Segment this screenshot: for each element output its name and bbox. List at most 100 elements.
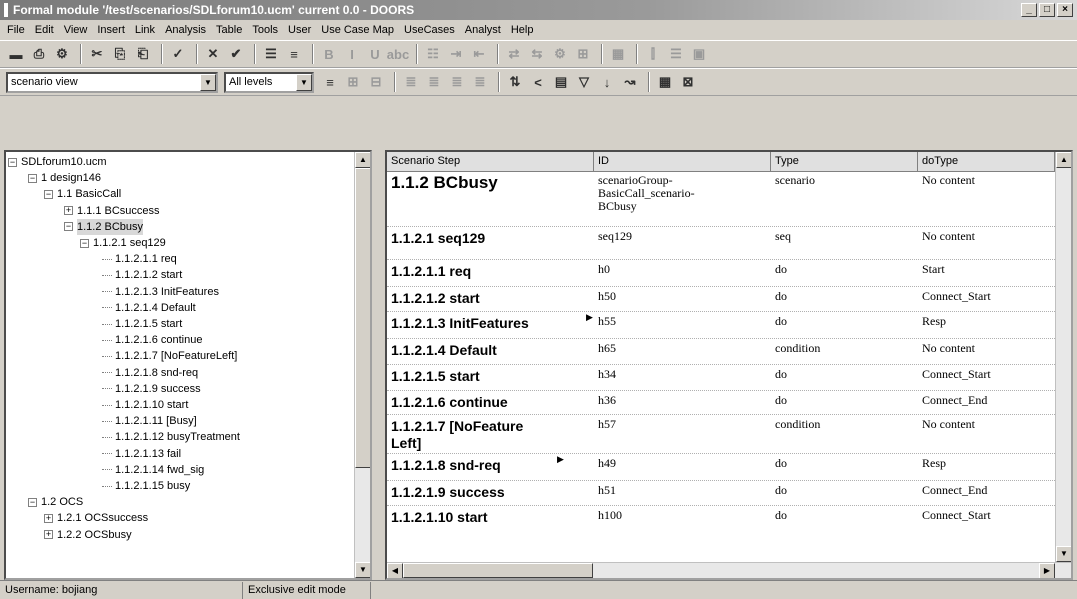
menu-tools[interactable]: Tools bbox=[247, 24, 283, 36]
tree-item[interactable]: 1.1.2.1.8 snd-req bbox=[102, 365, 198, 381]
tree-item[interactable]: 1.1.2.1.11 [Busy] bbox=[102, 413, 197, 429]
scroll-left-icon[interactable]: ◀ bbox=[387, 563, 403, 578]
tree-item[interactable]: 1.1.2.1.10 start bbox=[102, 397, 188, 413]
tree-item[interactable]: 1.1.2.1.14 fwd_sig bbox=[102, 462, 204, 478]
tree-item[interactable]: −1.1.2 BCbusy bbox=[64, 218, 144, 235]
outdent-icon[interactable]: ⇤ bbox=[469, 44, 489, 64]
delete-icon[interactable]: ✕ bbox=[203, 44, 223, 64]
tree-item[interactable]: 1.1.2.1.12 busyTreatment bbox=[102, 429, 240, 445]
scroll-down-icon[interactable]: ▼ bbox=[355, 562, 370, 578]
properties-icon[interactable]: ⚙ bbox=[550, 44, 570, 64]
scroll-up-icon[interactable]: ▲ bbox=[355, 152, 370, 168]
tree-item[interactable]: 1.1.2.1.2 start bbox=[102, 267, 182, 283]
collapse-icon[interactable]: ⊟ bbox=[366, 72, 386, 92]
module-icon[interactable]: ▦ bbox=[655, 72, 675, 92]
close-button[interactable]: × bbox=[1057, 3, 1073, 17]
expand-icon[interactable]: + bbox=[44, 530, 53, 540]
link-module-icon[interactable]: ⇆ bbox=[527, 44, 547, 64]
tree-item[interactable]: +1.2.2 OCSbusy bbox=[44, 527, 132, 543]
tree-item[interactable]: −1.1 BasicCall bbox=[44, 186, 121, 202]
table-horizontal-scrollbar[interactable]: ◀ ▶ bbox=[387, 562, 1071, 578]
align-left-icon[interactable]: ≣ bbox=[401, 72, 421, 92]
tree-item[interactable]: 1.1.2.1.3 InitFeatures bbox=[102, 284, 219, 300]
collapse-icon[interactable]: − bbox=[44, 189, 53, 199]
menu-usecases[interactable]: UseCases bbox=[399, 24, 460, 36]
menu-use-case-map[interactable]: Use Case Map bbox=[316, 24, 399, 36]
strikethrough-icon[interactable]: abc bbox=[387, 44, 409, 64]
check-icon[interactable]: ✔ bbox=[226, 44, 246, 64]
module-explorer-tree[interactable]: ▲ ▼ − SDLforum10.ucm −1 design146−1.1 Basi… bbox=[4, 150, 372, 580]
picture-icon[interactable]: ▣ bbox=[689, 44, 709, 64]
menu-edit[interactable]: Edit bbox=[30, 24, 59, 36]
menu-insert[interactable]: Insert bbox=[92, 24, 130, 36]
links-icon[interactable]: < bbox=[528, 72, 548, 92]
menu-link[interactable]: Link bbox=[130, 24, 160, 36]
sort-ascending-icon[interactable]: ↓ bbox=[597, 72, 617, 92]
collapse-icon[interactable]: − bbox=[80, 238, 89, 248]
menu-analyst[interactable]: Analyst bbox=[460, 24, 506, 36]
level-select[interactable]: All levels ▼ bbox=[224, 71, 314, 93]
tree-item[interactable]: 1.1.2.1.4 Default bbox=[102, 300, 196, 316]
insert-column-icon[interactable]: ⫿ bbox=[643, 44, 663, 64]
collapse-icon[interactable]: − bbox=[28, 497, 37, 507]
collapse-icon[interactable]: − bbox=[28, 173, 37, 183]
menu-table[interactable]: Table bbox=[211, 24, 247, 36]
filter-icon[interactable]: ⊞ bbox=[573, 44, 593, 64]
view-select[interactable]: scenario view ▼ bbox=[6, 71, 218, 93]
tree-item[interactable]: 1.1.2.1.13 fail bbox=[102, 446, 181, 462]
tree-item[interactable]: − SDLforum10.ucm bbox=[8, 154, 107, 170]
link-icon[interactable]: ⇄ bbox=[504, 44, 524, 64]
print-icon[interactable]: ⎙ bbox=[29, 44, 49, 64]
column-header-dotype[interactable]: doType bbox=[918, 152, 1055, 172]
tree-item[interactable]: −1.1.2.1 seq129 bbox=[80, 235, 166, 251]
scroll-right-icon[interactable]: ▶ bbox=[1039, 563, 1055, 578]
table-icon[interactable]: ▦ bbox=[608, 44, 628, 64]
italic-icon[interactable]: I bbox=[342, 44, 362, 64]
menu-file[interactable]: File bbox=[2, 24, 30, 36]
sort-icon[interactable]: ⇅ bbox=[505, 72, 525, 92]
format-icon[interactable]: ≡ bbox=[284, 44, 304, 64]
column-header-type[interactable]: Type bbox=[771, 152, 918, 172]
collapse-icon[interactable]: − bbox=[64, 222, 73, 232]
save-icon[interactable]: ▬ bbox=[6, 44, 26, 64]
filter-icon[interactable]: ▽ bbox=[574, 72, 594, 92]
properties-icon[interactable]: ⚙ bbox=[52, 44, 72, 64]
graphics-icon[interactable]: ▤ bbox=[551, 72, 571, 92]
chevron-down-icon[interactable]: ▼ bbox=[296, 73, 312, 91]
scroll-thumb[interactable] bbox=[403, 563, 593, 578]
bullet-list-icon[interactable]: ☷ bbox=[423, 44, 443, 64]
copy-icon[interactable]: ⎘ bbox=[110, 44, 130, 64]
chevron-down-icon[interactable]: ▼ bbox=[200, 73, 216, 91]
align-icon[interactable]: ☰ bbox=[261, 44, 281, 64]
paste-icon[interactable]: ⎗ bbox=[133, 44, 153, 64]
expand-icon[interactable]: ⊞ bbox=[343, 72, 363, 92]
tree-item[interactable]: 1.1.2.1.5 start bbox=[102, 316, 182, 332]
underline-icon[interactable]: U bbox=[365, 44, 385, 64]
tree-item[interactable]: +1.2.1 OCSsuccess bbox=[44, 510, 148, 526]
tree-item[interactable]: +1.1.1 BCsuccess bbox=[64, 203, 160, 219]
insert-row-icon[interactable]: ☰ bbox=[666, 44, 686, 64]
title-bar[interactable]: Formal module '/test/scenarios/SDLforum1… bbox=[0, 0, 1077, 20]
collapse-icon[interactable]: − bbox=[8, 157, 17, 167]
tree-item[interactable]: 1.1.2.1.9 success bbox=[102, 381, 201, 397]
table-vertical-scrollbar[interactable]: ▲ ▼ bbox=[1055, 152, 1071, 562]
outline-icon[interactable]: ≡ bbox=[320, 72, 340, 92]
align-center-icon[interactable]: ≣ bbox=[424, 72, 444, 92]
link-flag-icon[interactable]: ▶ bbox=[586, 312, 593, 323]
scroll-down-icon[interactable]: ▼ bbox=[1056, 546, 1071, 562]
tree-item[interactable]: 1.1.2.1.15 busy bbox=[102, 478, 190, 494]
module-table[interactable]: Scenario Step ID Type doType ▲ ▼ ◀ ▶ 1.1… bbox=[385, 150, 1073, 580]
scroll-thumb[interactable] bbox=[355, 168, 370, 468]
align-right-icon[interactable]: ≣ bbox=[447, 72, 467, 92]
baseline-icon[interactable]: ⊠ bbox=[678, 72, 698, 92]
cut-icon[interactable]: ✂ bbox=[87, 44, 107, 64]
tree-item[interactable]: −1.2 OCS bbox=[28, 494, 83, 510]
menu-user[interactable]: User bbox=[283, 24, 316, 36]
expand-icon[interactable]: + bbox=[64, 206, 73, 216]
expand-icon[interactable]: + bbox=[44, 513, 53, 523]
menu-view[interactable]: View bbox=[59, 24, 93, 36]
tree-item[interactable]: −1 design146 bbox=[28, 170, 101, 186]
minimize-button[interactable]: _ bbox=[1021, 3, 1037, 17]
maximize-button[interactable]: □ bbox=[1039, 3, 1055, 17]
link-flag-icon[interactable]: ▶ bbox=[557, 454, 564, 465]
